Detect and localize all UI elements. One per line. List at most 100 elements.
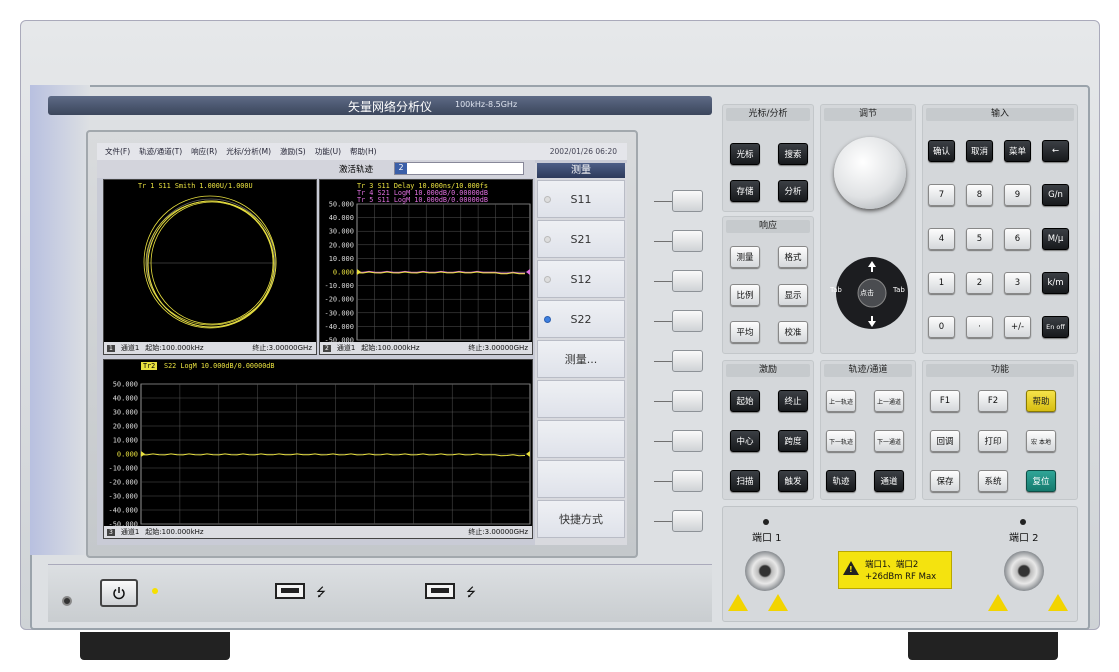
- side-softkey-button-5[interactable]: [672, 350, 703, 372]
- key-5[interactable]: 5: [966, 228, 993, 250]
- bottom-plot[interactable]: 50.000 40.000 30.000 20.000 10.000 0.000 -10.0…: [103, 359, 533, 539]
- softkey-8[interactable]: [537, 460, 625, 498]
- sweep-key[interactable]: 扫描: [730, 470, 760, 492]
- start-key[interactable]: 起始: [730, 390, 760, 412]
- key-4[interactable]: 4: [928, 228, 955, 250]
- dpad-right-label[interactable]: Tab: [893, 286, 905, 294]
- active-trace-select[interactable]: 2: [394, 162, 524, 175]
- system-key[interactable]: 系统: [978, 470, 1008, 492]
- measure-key[interactable]: 测量: [730, 246, 760, 268]
- save-key[interactable]: 存储: [730, 180, 760, 202]
- panel-accent: [30, 85, 90, 555]
- sign-key[interactable]: +/-: [1004, 316, 1031, 338]
- help-key[interactable]: 帮助: [1026, 390, 1056, 412]
- radio-indicator-icon: [544, 276, 551, 283]
- side-softkey-button-8[interactable]: [672, 470, 703, 492]
- f1-key[interactable]: F1: [930, 390, 960, 412]
- ground-jack-icon[interactable]: [62, 596, 72, 606]
- unit-m-key[interactable]: M/μ: [1042, 228, 1069, 250]
- port1-connector[interactable]: [745, 551, 785, 591]
- dpad-left-label[interactable]: Tab: [830, 286, 842, 294]
- macro-local-key[interactable]: 宏 本地: [1026, 430, 1056, 452]
- smith-chart-plot[interactable]: Tr 1 S11 Smith 1.000U/1.000U 1 通道1 起始:10…: [103, 179, 317, 355]
- confirm-key[interactable]: 确认: [928, 140, 955, 162]
- key-9[interactable]: 9: [1004, 184, 1031, 206]
- instrument-title: 矢量网络分析仪: [348, 100, 433, 114]
- unit-k-key[interactable]: k/m: [1042, 272, 1069, 294]
- y-tick-label: 40.000: [113, 395, 138, 403]
- menu-trace-channel[interactable]: 轨迹/通道(T): [139, 146, 182, 157]
- menu-help[interactable]: 帮助(H): [350, 146, 377, 157]
- display-key[interactable]: 显示: [778, 284, 808, 306]
- key-3[interactable]: 3: [1004, 272, 1031, 294]
- dpad-center-label[interactable]: 点击: [860, 288, 874, 298]
- decimal-key[interactable]: ·: [966, 316, 993, 338]
- tr-footer-stop: 终止:3.00000GHz: [468, 344, 528, 352]
- menu-function[interactable]: 功能(U): [315, 146, 341, 157]
- port2-connector[interactable]: [1004, 551, 1044, 591]
- side-softkey-button-3[interactable]: [672, 270, 703, 292]
- key-1[interactable]: 1: [928, 272, 955, 294]
- side-softkey-button-4[interactable]: [672, 310, 703, 332]
- average-key[interactable]: 平均: [730, 321, 760, 343]
- next-channel-key[interactable]: 下一通道: [874, 430, 904, 452]
- menu-stimulus[interactable]: 激励(S): [280, 146, 306, 157]
- next-trace-key[interactable]: 下一轨迹: [826, 430, 856, 452]
- power-button[interactable]: [100, 579, 138, 607]
- key-8[interactable]: 8: [966, 184, 993, 206]
- softkey-2[interactable]: S21: [537, 220, 625, 258]
- softkey-9[interactable]: 快捷方式: [537, 500, 625, 538]
- key-2[interactable]: 2: [966, 272, 993, 294]
- top-right-plot[interactable]: 50.000 40.000 30.000 20.000 10.000 0.000 -10.0…: [319, 179, 533, 355]
- marker-key[interactable]: 光标: [730, 143, 760, 165]
- softkey-6[interactable]: [537, 380, 625, 418]
- side-softkey-button-6[interactable]: [672, 390, 703, 412]
- backspace-key[interactable]: ←: [1042, 140, 1069, 162]
- cancel-key[interactable]: 取消: [966, 140, 993, 162]
- recall-key[interactable]: 回调: [930, 430, 960, 452]
- side-softkey-button-2[interactable]: [672, 230, 703, 252]
- softkey-7[interactable]: [537, 420, 625, 458]
- stop-key[interactable]: 终止: [778, 390, 808, 412]
- enter-off-key[interactable]: En off: [1042, 316, 1069, 338]
- menu-response[interactable]: 响应(R): [191, 146, 217, 157]
- trace-key[interactable]: 轨迹: [826, 470, 856, 492]
- softkey-3[interactable]: S12: [537, 260, 625, 298]
- top-right-grid: 50.000 40.000 30.000 20.000 10.000 0.000 -10.0…: [324, 201, 531, 345]
- search-key[interactable]: 搜索: [778, 143, 808, 165]
- softkey-4[interactable]: S22: [537, 300, 625, 338]
- unit-g-key[interactable]: G/n: [1042, 184, 1069, 206]
- reference-marker-icon: [357, 269, 361, 275]
- save-state-key[interactable]: 保存: [930, 470, 960, 492]
- side-softkey-button-1[interactable]: [672, 190, 703, 212]
- prev-channel-key[interactable]: 上一通道: [874, 390, 904, 412]
- y-tick-label: -10.000: [108, 465, 138, 473]
- prev-trace-key[interactable]: 上一轨迹: [826, 390, 856, 412]
- menu-key[interactable]: 菜单: [1004, 140, 1031, 162]
- menu-marker-analysis[interactable]: 光标/分析(M): [226, 146, 271, 157]
- side-softkey-button-7[interactable]: [672, 430, 703, 452]
- softkey-guide-line: [654, 481, 672, 482]
- center-key[interactable]: 中心: [730, 430, 760, 452]
- channel-key[interactable]: 通道: [874, 470, 904, 492]
- usb-port-2[interactable]: [425, 583, 455, 599]
- trigger-key[interactable]: 触发: [778, 470, 808, 492]
- softkey-1[interactable]: S11: [537, 180, 625, 218]
- analysis-key[interactable]: 分析: [778, 180, 808, 202]
- bottom-footer-stop: 终止:3.00000GHz: [468, 528, 528, 536]
- key-7[interactable]: 7: [928, 184, 955, 206]
- calibrate-key[interactable]: 校准: [778, 321, 808, 343]
- format-key[interactable]: 格式: [778, 246, 808, 268]
- span-key[interactable]: 跨度: [778, 430, 808, 452]
- rotary-knob[interactable]: [834, 137, 906, 209]
- scale-key[interactable]: 比例: [730, 284, 760, 306]
- f2-key[interactable]: F2: [978, 390, 1008, 412]
- print-key[interactable]: 打印: [978, 430, 1008, 452]
- key-0[interactable]: 0: [928, 316, 955, 338]
- key-6[interactable]: 6: [1004, 228, 1031, 250]
- usb-port-1[interactable]: [275, 583, 305, 599]
- menu-file[interactable]: 文件(F): [105, 146, 130, 157]
- side-softkey-button-9[interactable]: [672, 510, 703, 532]
- preset-key[interactable]: 复位: [1026, 470, 1056, 492]
- softkey-5[interactable]: 测量...: [537, 340, 625, 378]
